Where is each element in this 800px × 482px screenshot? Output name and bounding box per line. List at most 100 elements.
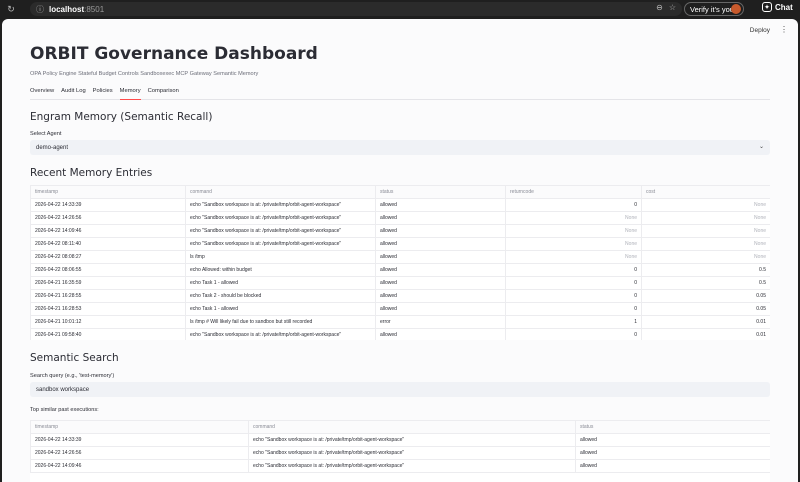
zoom-icon[interactable]: ⊖ bbox=[656, 3, 663, 12]
table-cell: 2026-04-21 16:35:59 bbox=[30, 276, 186, 290]
search-results-table[interactable]: timestamp command status 2026-04-22 14:33:… bbox=[30, 420, 770, 482]
table-cell: None bbox=[505, 211, 642, 225]
table-cell: echo "Sandbox workspace is at: /private/… bbox=[248, 446, 576, 460]
table-row[interactable]: 2026-04-21 16:28:55 echo Task 2 - should … bbox=[30, 289, 770, 303]
bookmark-star-icon[interactable]: ☆ bbox=[669, 3, 676, 12]
search-input-value: sandbox workspace bbox=[36, 386, 90, 393]
table-cell: 0.5 bbox=[641, 276, 770, 290]
table-cell: allowed bbox=[575, 446, 770, 460]
table-row[interactable]: 2026-04-21 09:58:40 echo "Sandbox workspa… bbox=[30, 328, 770, 340]
table-cell: None bbox=[641, 224, 770, 238]
agent-select[interactable]: demo-agent ⌄ bbox=[30, 140, 770, 155]
table-cell: 2026-04-21 16:28:55 bbox=[30, 289, 186, 303]
column-header[interactable]: command bbox=[248, 420, 576, 434]
table-row[interactable]: 2026-04-22 14:09:46 echo "Sandbox workspa… bbox=[30, 459, 770, 473]
table-row[interactable]: 2026-04-21 16:28:53 echo Task 1 - allowed… bbox=[30, 302, 770, 316]
tab-comparison[interactable]: Comparison bbox=[148, 87, 179, 100]
table-row[interactable]: 2026-04-22 14:26:56 echo "Sandbox workspa… bbox=[30, 446, 770, 460]
chevron-down-icon: ⌄ bbox=[758, 144, 764, 150]
column-header[interactable]: cost bbox=[641, 185, 770, 199]
column-header[interactable]: status bbox=[575, 420, 770, 434]
reload-icon[interactable]: ↻ bbox=[6, 4, 16, 15]
table-cell: 2026-04-21 10:01:12 bbox=[30, 315, 186, 329]
table-row[interactable]: 2026-04-22 08:06:55 echo Allowed: within … bbox=[30, 263, 770, 277]
memory-heading: Engram Memory (Semantic Recall) bbox=[30, 111, 213, 123]
table-cell: 2026-04-22 14:33:39 bbox=[30, 198, 186, 212]
table-cell: allowed bbox=[375, 198, 506, 212]
table-cell: 0 bbox=[505, 289, 642, 303]
entries-heading: Recent Memory Entries bbox=[30, 167, 153, 179]
table-cell: echo Allowed: within budget bbox=[185, 263, 376, 277]
tab-policies[interactable]: Policies bbox=[93, 87, 113, 100]
search-query-label: Search query (e.g., 'test-memory') bbox=[30, 373, 115, 379]
table-cell: 2026-04-22 14:26:56 bbox=[30, 446, 249, 460]
table-cell: 0 bbox=[505, 198, 642, 212]
table-cell: allowed bbox=[375, 237, 506, 251]
table-row[interactable]: 2026-04-22 14:33:39 echo "Sandbox workspa… bbox=[30, 433, 770, 447]
agent-select-label: Select Agent bbox=[30, 131, 62, 137]
tab-audit-log[interactable]: Audit Log bbox=[61, 87, 86, 100]
chat-button[interactable]: ✦ Chat bbox=[762, 2, 793, 12]
table-cell: 2026-04-21 16:28:53 bbox=[30, 302, 186, 316]
table-cell: allowed bbox=[375, 276, 506, 290]
table-cell: 0 bbox=[505, 263, 642, 277]
table-cell: None bbox=[505, 250, 642, 264]
table-cell: 0 bbox=[505, 302, 642, 316]
address-bar[interactable]: ⓘ localhost :8501 ⊖ ☆ bbox=[30, 2, 682, 16]
main-menu-icon[interactable]: ⋮ bbox=[780, 26, 788, 34]
table-row[interactable]: 2026-04-22 08:11:40 echo "Sandbox workspa… bbox=[30, 237, 770, 251]
tab-memory[interactable]: Memory bbox=[119, 87, 141, 100]
table-cell: 0.05 bbox=[641, 289, 770, 303]
table-cell: ls /tmp # Will likely fail due to sandbo… bbox=[185, 315, 376, 329]
results-caption: Top similar past executions: bbox=[30, 407, 99, 413]
column-header[interactable]: timestamp bbox=[30, 185, 186, 199]
url-port: :8501 bbox=[84, 4, 105, 14]
tab-overview[interactable]: Overview bbox=[30, 87, 54, 100]
memory-entries-table[interactable]: timestamp command status returncode cost 202… bbox=[30, 185, 770, 340]
deploy-button[interactable]: Deploy bbox=[750, 27, 770, 34]
table-cell: 1 bbox=[505, 315, 642, 329]
table-cell: 0.01 bbox=[641, 328, 770, 340]
search-heading: Semantic Search bbox=[30, 352, 119, 364]
table-cell: echo "Sandbox workspace is at: /private/… bbox=[185, 224, 376, 238]
streamlit-page: Deploy ⋮ ORBIT Governance Dashboard OPA … bbox=[2, 19, 798, 482]
column-header[interactable]: returncode bbox=[505, 185, 642, 199]
table-cell: allowed bbox=[375, 263, 506, 277]
table-cell: echo "Sandbox workspace is at: /private/… bbox=[248, 433, 576, 447]
column-header[interactable]: status bbox=[375, 185, 506, 199]
table-row[interactable]: 2026-04-22 14:26:56 echo "Sandbox workspa… bbox=[30, 211, 770, 225]
table-cell: None bbox=[641, 211, 770, 225]
table-cell: allowed bbox=[575, 433, 770, 447]
page-subtitle: OPA Policy Engine Stateful Budget Contro… bbox=[30, 71, 259, 77]
column-header[interactable]: timestamp bbox=[30, 420, 249, 434]
table-cell: 2026-04-22 14:33:39 bbox=[30, 433, 249, 447]
column-header[interactable]: command bbox=[185, 185, 376, 199]
table-cell: None bbox=[641, 198, 770, 212]
chat-label: Chat bbox=[775, 2, 793, 12]
verify-profile-button[interactable]: Verify it's you bbox=[684, 2, 744, 16]
table-cell: echo Task 1 - allowed bbox=[185, 276, 376, 290]
table-cell: echo "Sandbox workspace is at: /private/… bbox=[185, 328, 376, 340]
table-row[interactable]: 2026-04-22 14:09:46 echo "Sandbox workspa… bbox=[30, 224, 770, 238]
chat-icon: ✦ bbox=[762, 2, 772, 12]
table-cell: echo Task 2 - should be blocked bbox=[185, 289, 376, 303]
table-cell: allowed bbox=[575, 459, 770, 473]
table-row[interactable]: 2026-04-22 14:33:39 echo "Sandbox workspa… bbox=[30, 198, 770, 212]
table-cell: echo "Sandbox workspace is at: /private/… bbox=[185, 237, 376, 251]
table-cell: ls /tmp bbox=[185, 250, 376, 264]
table-cell: allowed bbox=[375, 328, 506, 340]
table-cell: 2026-04-22 14:09:46 bbox=[30, 224, 186, 238]
page-title: ORBIT Governance Dashboard bbox=[30, 44, 318, 64]
table-cell: 0.05 bbox=[641, 302, 770, 316]
table-row[interactable]: 2026-04-22 08:08:27 ls /tmp allowed None Non… bbox=[30, 250, 770, 264]
table-cell: 2026-04-22 08:08:27 bbox=[30, 250, 186, 264]
tab-bar: Overview Audit Log Policies Memory Compa… bbox=[30, 87, 770, 100]
search-input[interactable]: sandbox workspace bbox=[30, 382, 770, 397]
table-row[interactable]: 2026-04-21 10:01:12 ls /tmp # Will likely… bbox=[30, 315, 770, 329]
table-cell: echo "Sandbox workspace is at: /private/… bbox=[185, 211, 376, 225]
table-cell: None bbox=[505, 237, 642, 251]
table-cell: allowed bbox=[375, 302, 506, 316]
site-info-icon[interactable]: ⓘ bbox=[36, 4, 44, 15]
table-row[interactable]: 2026-04-21 16:35:59 echo Task 1 - allowed… bbox=[30, 276, 770, 290]
profile-avatar bbox=[731, 4, 741, 14]
